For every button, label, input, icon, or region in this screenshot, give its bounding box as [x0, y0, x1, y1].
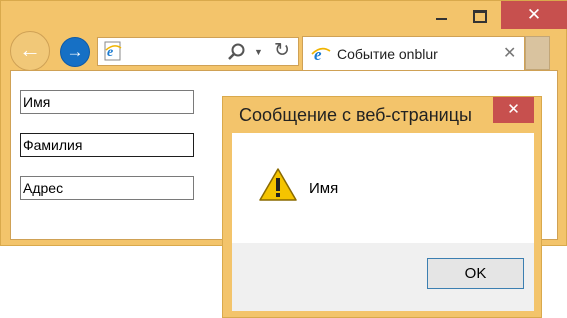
dialog-close-button[interactable]: ✕: [493, 97, 534, 123]
tab-title: Событие onblur: [337, 46, 438, 62]
dialog-message: Имя: [309, 180, 339, 197]
ie-logo-icon: e: [104, 41, 122, 61]
first-name-field[interactable]: [20, 90, 194, 114]
ie-logo-icon: e: [311, 45, 331, 64]
refresh-icon[interactable]: ↻: [274, 40, 290, 62]
dialog-footer: OK: [232, 243, 534, 311]
address-bar[interactable]: e ▼ ↻: [97, 37, 299, 66]
search-icon[interactable]: [226, 42, 246, 62]
svg-text:e: e: [314, 45, 322, 64]
back-arrow-icon[interactable]: ←: [10, 31, 50, 71]
new-tab-button[interactable]: [525, 36, 550, 70]
last-name-field[interactable]: [20, 133, 194, 157]
dialog-body: Имя: [232, 133, 534, 243]
warning-icon: [259, 168, 297, 201]
forward-arrow-icon[interactable]: →: [60, 37, 90, 67]
dialog-title: Сообщение с веб-страницы: [239, 105, 472, 125]
minimize-button[interactable]: [423, 1, 459, 30]
ok-button[interactable]: OK: [427, 258, 524, 289]
tab-close-icon[interactable]: ✕: [503, 43, 516, 63]
window-close-button[interactable]: ✕: [501, 1, 567, 29]
chevron-down-icon[interactable]: ▼: [254, 43, 263, 61]
maximize-button[interactable]: [459, 1, 499, 30]
alert-dialog: Сообщение с веб-страницы ✕ Имя OK: [222, 96, 542, 318]
tab-active[interactable]: e Событие onblur ✕: [302, 36, 525, 70]
address-field[interactable]: [20, 176, 194, 200]
